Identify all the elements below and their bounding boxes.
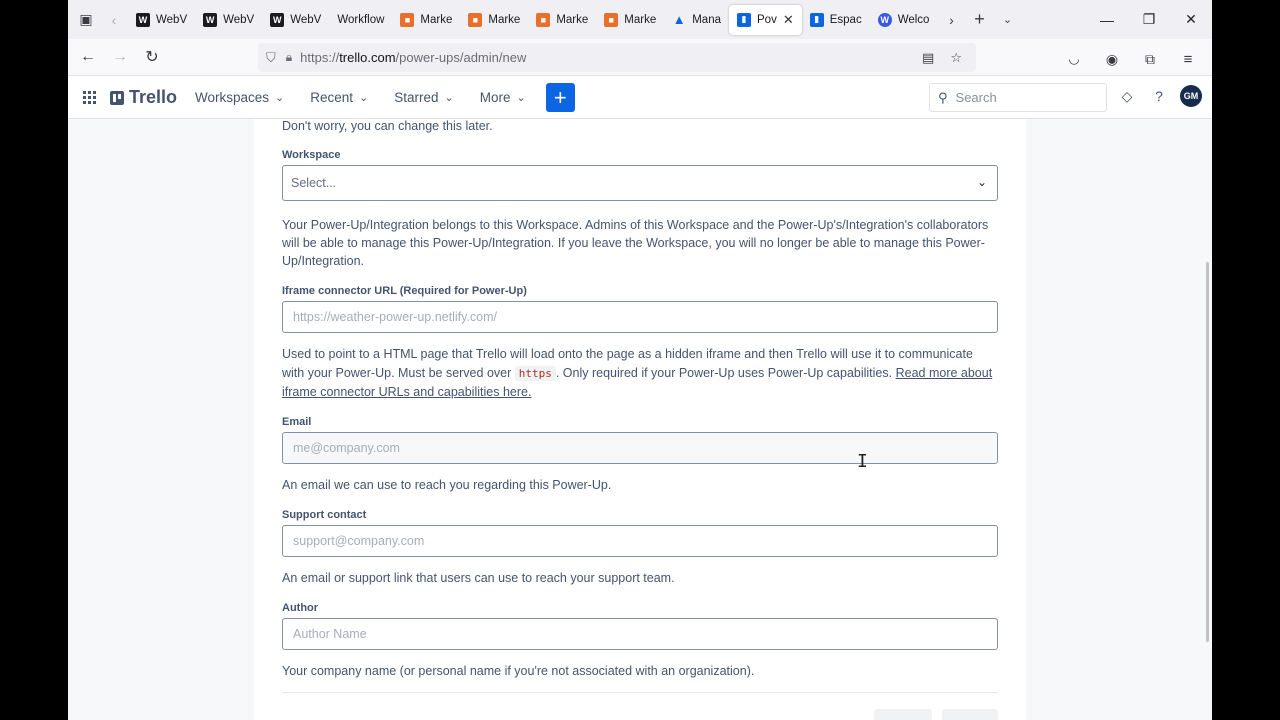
chevron-down-icon: ⌄ — [976, 175, 987, 189]
menu-recent[interactable]: Recent ⌄ — [310, 90, 368, 105]
search-input[interactable]: ⚲ Search — [929, 83, 1107, 112]
header-actions: ◇ ? GM — [1116, 85, 1202, 107]
url-path: /power-ups/admin/new — [395, 50, 527, 65]
browser-tab[interactable]: Workflow — [329, 5, 392, 35]
webflow-icon: W — [136, 12, 150, 27]
browser-tab[interactable]: W WebV — [195, 5, 262, 35]
scroll-tabs-right-icon[interactable]: › — [937, 6, 965, 34]
power-up-form-card: Don't worry, you can change this later. … — [254, 119, 1026, 720]
toolbar-right: ◡ ◉ ⧉ ≡ — [1058, 43, 1204, 75]
extensions-icon[interactable]: ⧉ — [1134, 43, 1166, 75]
avatar[interactable]: GM — [1180, 85, 1202, 107]
browser-tab[interactable]: W Welco — [870, 5, 938, 35]
webflow-icon: W — [203, 12, 218, 27]
pocket-icon[interactable]: ◡ — [1058, 43, 1090, 75]
email-help-text: An email we can use to reach you regardi… — [282, 478, 612, 492]
menu-workspaces[interactable]: Workspaces ⌄ — [195, 90, 284, 105]
https-code: https — [514, 365, 556, 381]
iframe-help-text: Used to point to a HTML page that Trello… — [282, 347, 993, 399]
trello-logo-icon — [110, 90, 124, 105]
create-button[interactable]: + — [545, 83, 575, 112]
close-tab-icon[interactable]: ✕ — [783, 12, 794, 28]
author-help-text: Your company name (or personal name if y… — [282, 664, 755, 678]
browser-window: ▣ ‹ W WebV W WebV W WebV Workflow ■ Marke ■ M… — [68, 0, 1212, 720]
workspace-select[interactable]: Select... ⌄ — [282, 165, 998, 201]
trello-header: Trello Workspaces ⌄ Recent ⌄ Starred ⌄ More… — [68, 77, 1212, 119]
close-window-icon[interactable]: ✕ — [1170, 11, 1212, 28]
chevron-down-icon: ⌄ — [275, 92, 285, 104]
shopping-bag-icon: ■ — [604, 12, 619, 27]
browser-tab[interactable]: ■ Marke — [392, 5, 460, 35]
list-tabs-icon[interactable]: ⌄ — [993, 6, 1021, 34]
url-domain: trello.com — [339, 50, 396, 65]
browser-tab[interactable]: ■ Marke — [528, 5, 596, 35]
scroll-tabs-left-icon[interactable]: ‹ — [100, 6, 128, 34]
create-power-up-button[interactable] — [942, 709, 998, 720]
workspace-help-text: Your Power-Up/Integration belongs to thi… — [282, 218, 989, 268]
page-scrollbar[interactable] — [1206, 262, 1209, 642]
email-label: Email — [282, 416, 312, 428]
app-switcher-icon[interactable] — [70, 90, 110, 105]
url-prefix: https:// — [300, 50, 340, 65]
menu-starred[interactable]: Starred ⌄ — [394, 90, 454, 105]
shopping-bag-icon: ■ — [468, 12, 483, 27]
text-cursor-icon: I — [857, 451, 868, 472]
trello-logo[interactable]: Trello — [110, 87, 177, 108]
webflow-icon: W — [270, 12, 285, 27]
back-icon[interactable]: ← — [72, 41, 104, 73]
notifications-icon[interactable]: ◇ — [1116, 85, 1138, 107]
trello-icon: ▮ — [737, 12, 751, 27]
support-help-text: An email or support link that users can … — [282, 571, 675, 585]
reader-view-icon[interactable]: ▤ — [922, 50, 934, 66]
shopping-bag-icon: ■ — [536, 12, 551, 27]
browser-tab[interactable]: ■ Marke — [460, 5, 528, 35]
bookmark-star-icon[interactable]: ☆ — [950, 50, 962, 66]
url-bar[interactable]: ⛉ 🔒︎ https://trello.com/power-ups/admin/n… — [258, 43, 976, 72]
atlassian-icon: ▲ — [672, 12, 686, 27]
browser-tab[interactable]: ▲ Mana — [664, 5, 729, 35]
forward-icon[interactable]: → — [104, 41, 136, 73]
new-tab-icon[interactable]: + — [965, 6, 993, 34]
browser-tab[interactable]: W WebV — [262, 5, 329, 35]
author-input[interactable]: Author Name — [282, 618, 998, 650]
shield-icon[interactable]: ⛉ — [266, 50, 276, 66]
reload-icon[interactable]: ↻ — [136, 41, 168, 73]
iframe-url-input[interactable]: https://weather-power-up.netlify.com/ — [282, 301, 998, 333]
author-label: Author — [282, 602, 319, 614]
browser-tab[interactable]: ■ Marke — [596, 5, 664, 35]
chevron-down-icon: ⌄ — [444, 92, 454, 104]
workspace-label: Workspace — [282, 149, 341, 161]
navigation-toolbar: ← → ↻ ⛉ 🔒︎ https://trello.com/power-ups/a… — [68, 39, 1212, 76]
browser-tab-active[interactable]: ▮ Pov ✕ — [729, 4, 802, 35]
tab-overview-icon[interactable]: ▣ — [72, 6, 100, 34]
trello-icon: ▮ — [809, 12, 824, 27]
support-contact-label: Support contact — [282, 509, 367, 521]
chevron-down-icon: ⌄ — [516, 92, 526, 104]
account-icon[interactable]: ◉ — [1096, 43, 1128, 75]
form-divider — [282, 692, 998, 693]
browser-tab[interactable]: ▮ Espac — [802, 5, 870, 35]
name-help-text: Don't worry, you can change this later. — [282, 119, 493, 133]
email-input[interactable]: me@company.com — [282, 432, 998, 464]
menu-more[interactable]: More ⌄ — [480, 90, 526, 105]
minimize-icon[interactable]: — — [1086, 12, 1128, 28]
cancel-button[interactable] — [874, 709, 932, 720]
help-icon[interactable]: ? — [1148, 85, 1170, 107]
shopping-bag-icon: ■ — [400, 12, 415, 27]
wordpress-icon: W — [877, 12, 892, 27]
tab-strip: ▣ ‹ W WebV W WebV W WebV Workflow ■ Marke ■ M… — [68, 0, 1212, 39]
search-icon: ⚲ — [938, 89, 948, 105]
chevron-down-icon: ⌄ — [359, 92, 369, 104]
browser-tab[interactable]: W WebV — [128, 5, 195, 35]
restore-icon[interactable]: ❐ — [1128, 11, 1170, 28]
lock-icon[interactable]: 🔒︎ — [286, 50, 292, 65]
window-controls: — ❐ ✕ — [1086, 0, 1212, 39]
support-contact-input[interactable]: support@company.com — [282, 525, 998, 557]
page-content: Don't worry, you can change this later. … — [68, 119, 1212, 720]
iframe-url-label: Iframe connector URL (Required for Power… — [282, 285, 527, 297]
app-menu-icon[interactable]: ≡ — [1172, 43, 1204, 75]
